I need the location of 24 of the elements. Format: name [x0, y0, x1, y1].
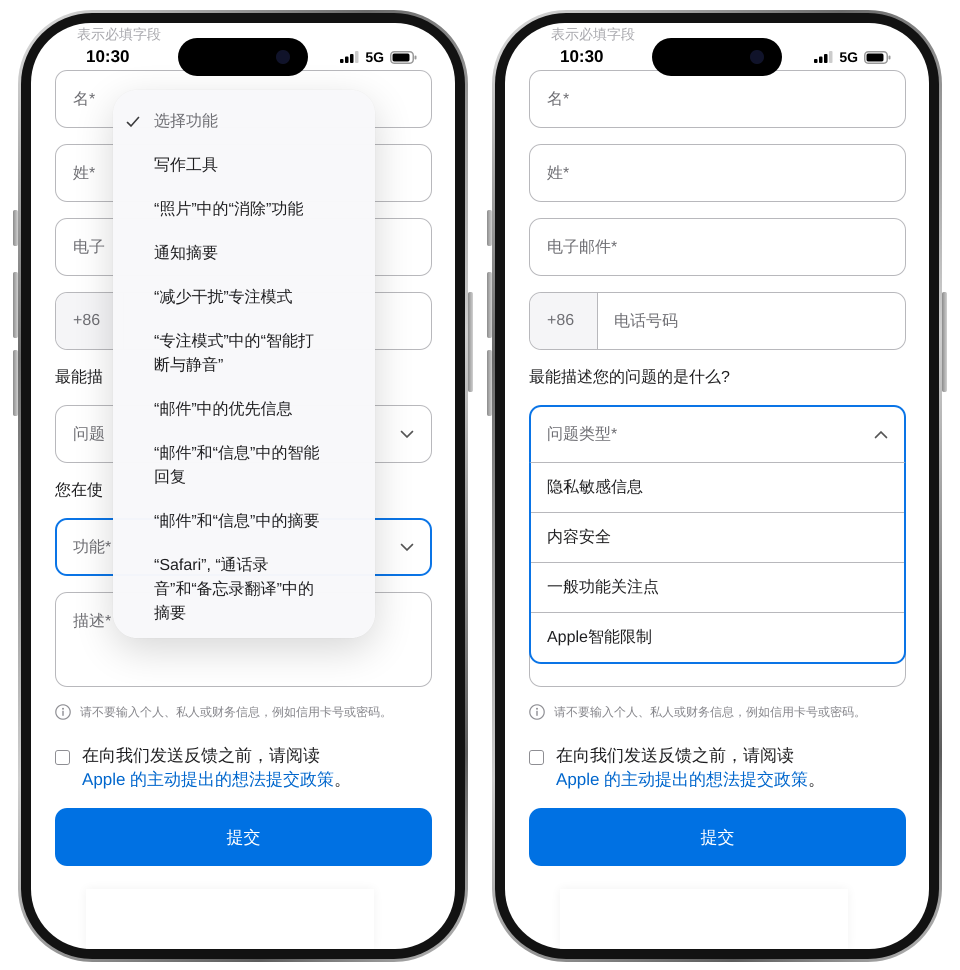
- placeholder-text: 名*: [547, 90, 570, 110]
- placeholder-text: 姓*: [547, 164, 570, 184]
- placeholder-text: 问题: [73, 424, 105, 444]
- privacy-note: 请不要输入个人、私人或财务信息，例如信用卡号或密码。: [554, 704, 866, 720]
- privacy-note: 请不要输入个人、私人或财务信息，例如信用卡号或密码。: [80, 704, 392, 720]
- consent-text: 在向我们发送反馈之前，请阅读 Apple 的主动提出的想法提交政策。: [556, 745, 826, 791]
- placeholder-text: 电话号码: [613, 312, 678, 332]
- question-label: 最能描: [55, 368, 104, 388]
- consent-text: 在向我们发送反馈之前，请阅读 Apple 的主动提出的想法提交政策。: [82, 745, 352, 791]
- status-time: 10:30: [86, 47, 130, 67]
- network-label: 5G: [839, 49, 858, 65]
- required-note: 表示必填字段: [551, 26, 635, 42]
- question-label: 您在使: [55, 481, 104, 501]
- question-label: 最能描述您的问题的是什么?: [529, 368, 731, 388]
- placeholder-text: 姓*: [73, 164, 96, 184]
- placeholder-text: 电子: [73, 238, 105, 258]
- network-label: 5G: [365, 49, 384, 65]
- placeholder-text: 问题类型*: [547, 424, 618, 445]
- status-time: 10:30: [560, 47, 604, 67]
- placeholder-text: 名*: [73, 90, 96, 110]
- placeholder-text: 描述*: [73, 612, 112, 632]
- placeholder-text: 功能*: [73, 538, 112, 558]
- required-note: 表示必填字段: [77, 26, 161, 42]
- placeholder-text: 电子邮件*: [547, 238, 618, 258]
